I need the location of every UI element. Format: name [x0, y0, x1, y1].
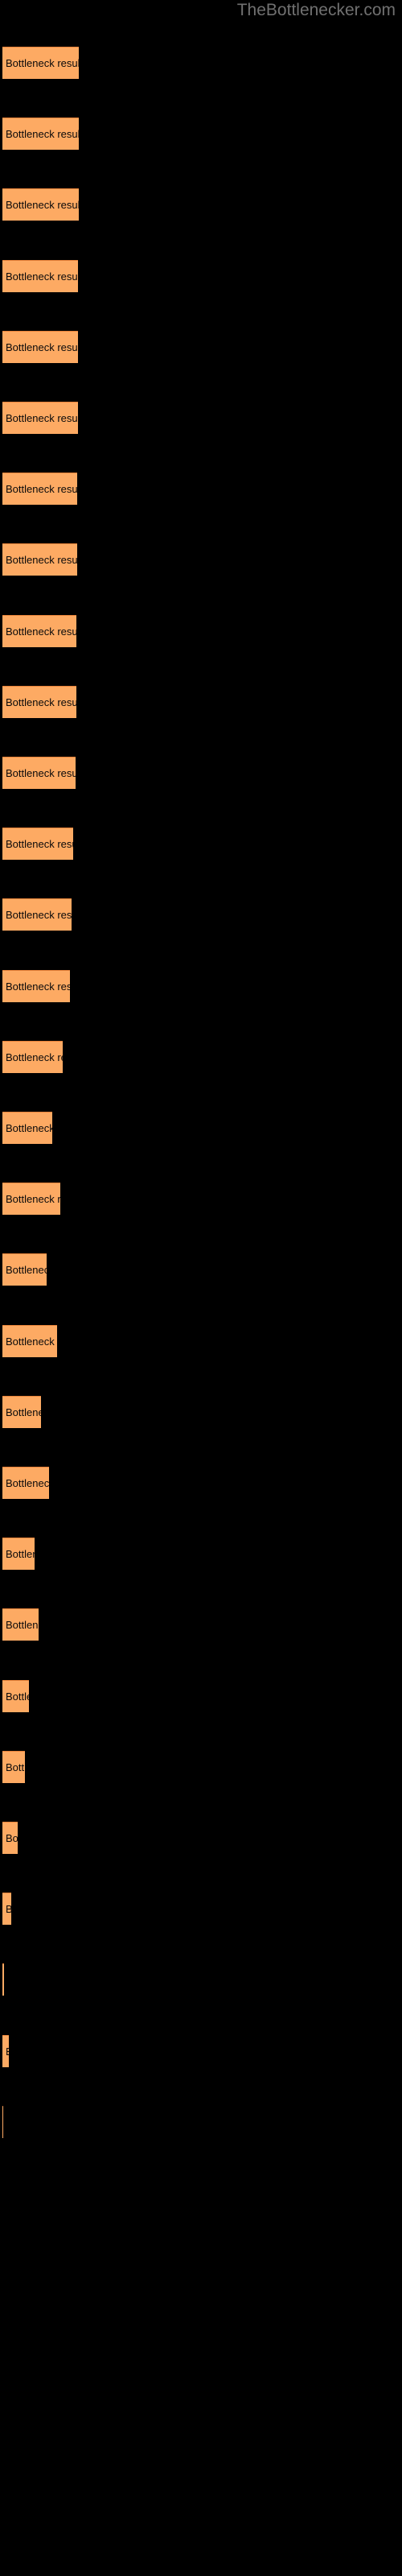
bar-label: Bottleneck result [6, 1893, 11, 1925]
bar-label: Bottleneck result [6, 1264, 47, 1276]
bar-label: Bottleneck result [6, 1477, 49, 1489]
bar[interactable]: Bottleneck result [2, 1608, 39, 1641]
plot-area: Bottleneck result Bottleneck result Bottle… [0, 0, 402, 2576]
bar-label: Bottleneck result [6, 1548, 35, 1560]
bar[interactable]: Bottleneck result [2, 970, 70, 1002]
bar-label: Bottleneck result [6, 128, 79, 140]
bar[interactable]: Bottleneck result [2, 1325, 57, 1357]
bar[interactable]: Bottleneck result [2, 757, 76, 789]
bar-label: Bottleneck result [6, 767, 76, 779]
bar[interactable]: Bottleneck result [2, 1893, 11, 1925]
bar[interactable]: Bottleneck result [2, 47, 79, 79]
bar[interactable]: Bottleneck result [2, 188, 79, 221]
bar-label: Bottleneck result [6, 909, 72, 921]
bar[interactable]: Bottleneck result [2, 1822, 18, 1854]
bar[interactable]: Bottleneck result [2, 1963, 4, 1996]
bar[interactable]: Bottleneck result [2, 1396, 41, 1428]
bar[interactable]: Bottleneck result [2, 1751, 25, 1783]
bottleneck-bar-chart: TheBottlenecker.com Bottleneck result Bot… [0, 0, 402, 2576]
bar-label: Bottleneck result [6, 2036, 9, 2067]
bar-label: Bottleneck result [6, 1406, 41, 1418]
bar-label: Bottleneck result [6, 1619, 39, 1631]
bar-label: Bottleneck result [6, 1690, 29, 1703]
bar-label: Bottleneck result [6, 625, 76, 638]
bar-label: Bottleneck result [6, 199, 79, 211]
bar-label: Bottleneck result [6, 1122, 52, 1134]
bar-label: Bottleneck result [6, 696, 76, 708]
bar-label: Bottleneck result [6, 1051, 63, 1063]
bar-label: Bottleneck result [6, 412, 78, 424]
bar[interactable]: Bottleneck result [2, 543, 77, 576]
bar-label: Bottleneck result [6, 1193, 60, 1205]
bar-label: Bottleneck result [6, 270, 78, 283]
bar[interactable]: Bottleneck result [2, 260, 78, 292]
bar[interactable]: Bottleneck result [2, 2106, 3, 2138]
bar-label: Bottleneck result [6, 1335, 57, 1348]
bar[interactable]: Bottleneck result [2, 118, 79, 150]
bar[interactable]: Bottleneck result [2, 1041, 63, 1073]
bar-label: Bottleneck result [6, 1832, 18, 1844]
bar-label: Bottleneck result [6, 980, 70, 993]
bar-label: Bottleneck result [6, 57, 79, 69]
bar[interactable]: Bottleneck result [2, 2035, 9, 2067]
bar[interactable]: Bottleneck result [2, 615, 76, 647]
bar-label: Bottleneck result [6, 341, 78, 353]
bar[interactable]: Bottleneck result [2, 828, 73, 860]
bar[interactable]: Bottleneck result [2, 1253, 47, 1286]
bar[interactable]: Bottleneck result [2, 1183, 60, 1215]
bar[interactable]: Bottleneck result [2, 686, 76, 718]
bar[interactable]: Bottleneck result [2, 1538, 35, 1570]
bar[interactable]: Bottleneck result [2, 1680, 29, 1712]
bar[interactable]: Bottleneck result [2, 402, 78, 434]
bar-label: Bottleneck result [6, 483, 77, 495]
bar[interactable]: Bottleneck result [2, 1112, 52, 1144]
bar-label: Bottleneck result [6, 838, 73, 850]
bar[interactable]: Bottleneck result [2, 331, 78, 363]
bar[interactable]: Bottleneck result [2, 898, 72, 931]
bar-label: Bottleneck result [6, 1761, 25, 1773]
bar[interactable]: Bottleneck result [2, 1467, 49, 1499]
bar[interactable]: Bottleneck result [2, 473, 77, 505]
bar-label: Bottleneck result [6, 554, 77, 566]
